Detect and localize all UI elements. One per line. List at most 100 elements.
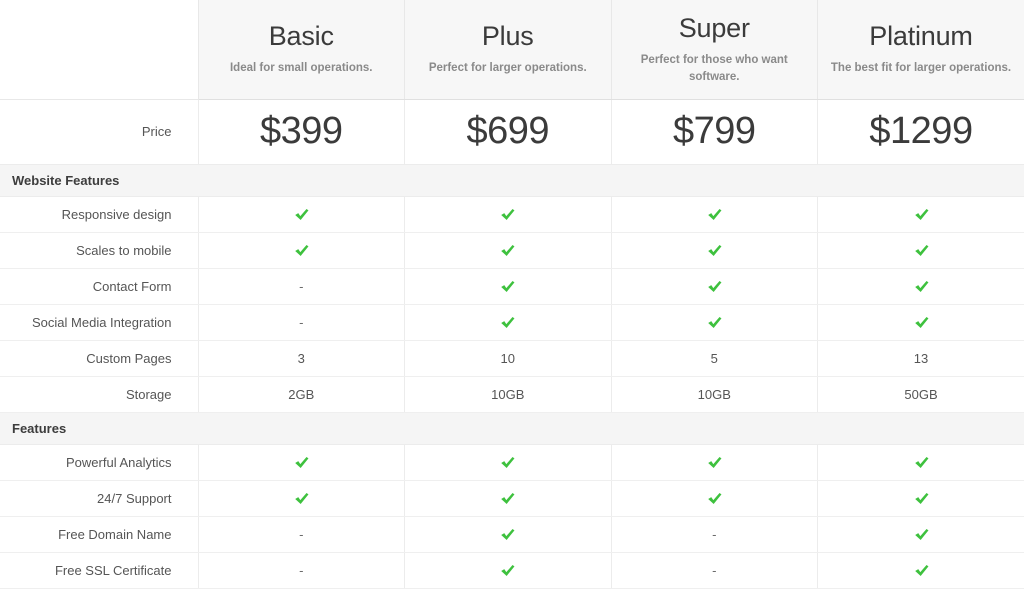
feature-value-cell (198, 480, 405, 516)
feature-value-cell: - (611, 552, 818, 588)
section-header-row: Features (0, 412, 1024, 444)
feature-value-cell: - (198, 516, 405, 552)
feature-value-cell (818, 480, 1024, 516)
plan-price-super: $799 (611, 99, 818, 164)
feature-value-cell (611, 268, 818, 304)
feature-value-cell (405, 480, 612, 516)
check-icon (499, 205, 516, 220)
check-icon (499, 313, 516, 328)
check-icon (913, 313, 930, 328)
check-icon (913, 241, 930, 256)
plan-description: Perfect for those who want software. (620, 52, 810, 85)
plan-name: Super (620, 13, 810, 45)
feature-row: Social Media Integration - (0, 304, 1024, 340)
feature-label: Free SSL Certificate (0, 552, 198, 588)
feature-value-cell (405, 196, 612, 232)
not-included-dash: - (712, 563, 716, 578)
feature-value-cell: - (611, 516, 818, 552)
feature-value-cell (405, 232, 612, 268)
feature-value-cell (405, 552, 612, 588)
check-icon (706, 241, 723, 256)
feature-value-cell (198, 232, 405, 268)
feature-value-text: 50GB (904, 387, 937, 402)
check-icon (706, 205, 723, 220)
plan-price-platinum: $1299 (818, 99, 1024, 164)
check-icon (706, 277, 723, 292)
feature-value-cell (611, 444, 818, 480)
plan-price-plus: $699 (405, 99, 612, 164)
feature-value-cell (818, 516, 1024, 552)
feature-value-cell: - (198, 268, 405, 304)
feature-label: Free Domain Name (0, 516, 198, 552)
feature-value-cell: 3 (198, 340, 405, 376)
price-row-label: Price (0, 99, 198, 164)
feature-value-text: 10GB (698, 387, 731, 402)
check-icon (913, 453, 930, 468)
feature-value-cell (198, 196, 405, 232)
feature-row: Storage2GB10GB10GB50GB (0, 376, 1024, 412)
check-icon (913, 277, 930, 292)
feature-value-text: 13 (914, 351, 928, 366)
check-icon (499, 489, 516, 504)
feature-label: Custom Pages (0, 340, 198, 376)
not-included-dash: - (299, 527, 303, 542)
feature-value-cell (818, 268, 1024, 304)
feature-value-cell (818, 196, 1024, 232)
plan-header-basic[interactable]: Basic Ideal for small operations. (198, 0, 405, 99)
feature-row: Free SSL Certificate - - (0, 552, 1024, 588)
feature-value-cell (405, 444, 612, 480)
check-icon (913, 525, 930, 540)
feature-value-text: 3 (298, 351, 305, 366)
check-icon (293, 205, 310, 220)
feature-value-cell: 13 (818, 340, 1024, 376)
check-icon (293, 489, 310, 504)
plan-header-platinum[interactable]: PlatinumThe best fit for larger operatio… (818, 0, 1024, 99)
not-included-dash: - (299, 279, 303, 294)
feature-row: Scales to mobile (0, 232, 1024, 268)
feature-row: Responsive design (0, 196, 1024, 232)
plan-name: Basic (207, 21, 397, 53)
feature-label: Responsive design (0, 196, 198, 232)
feature-row: Custom Pages310513 (0, 340, 1024, 376)
feature-value-cell (818, 232, 1024, 268)
feature-value-cell (198, 444, 405, 480)
check-icon (706, 313, 723, 328)
feature-value-cell: 10GB (405, 376, 612, 412)
feature-value-cell: 2GB (198, 376, 405, 412)
check-icon (499, 277, 516, 292)
check-icon (499, 561, 516, 576)
check-icon (293, 453, 310, 468)
not-included-dash: - (712, 527, 716, 542)
feature-value-cell (611, 196, 818, 232)
feature-row: 24/7 Support (0, 480, 1024, 516)
feature-value-cell (611, 480, 818, 516)
not-included-dash: - (299, 315, 303, 330)
feature-value-cell (611, 304, 818, 340)
not-included-dash: - (299, 563, 303, 578)
feature-label: Storage (0, 376, 198, 412)
check-icon (706, 489, 723, 504)
check-icon (499, 241, 516, 256)
feature-row: Contact Form - (0, 268, 1024, 304)
plan-name: Plus (413, 21, 603, 53)
feature-label: Contact Form (0, 268, 198, 304)
feature-row: Free Domain Name - - (0, 516, 1024, 552)
feature-label: 24/7 Support (0, 480, 198, 516)
section-header-row: Website Features (0, 164, 1024, 196)
feature-label: Social Media Integration (0, 304, 198, 340)
feature-value-cell: 10GB (611, 376, 818, 412)
feature-value-cell: - (198, 552, 405, 588)
feature-value-cell (405, 516, 612, 552)
feature-value-text: 10 (501, 351, 515, 366)
check-icon (913, 489, 930, 504)
feature-value-cell: 10 (405, 340, 612, 376)
plan-price-basic: $399 (198, 99, 405, 164)
feature-value-cell (818, 304, 1024, 340)
feature-value-cell (818, 552, 1024, 588)
check-icon (706, 453, 723, 468)
plan-header-plus[interactable]: PlusPerfect for larger operations. (405, 0, 612, 99)
feature-value-cell (405, 268, 612, 304)
plan-description: Ideal for small operations. (207, 60, 397, 77)
check-icon (913, 205, 930, 220)
plan-header-super[interactable]: Super Perfect for those who want software… (611, 0, 818, 99)
